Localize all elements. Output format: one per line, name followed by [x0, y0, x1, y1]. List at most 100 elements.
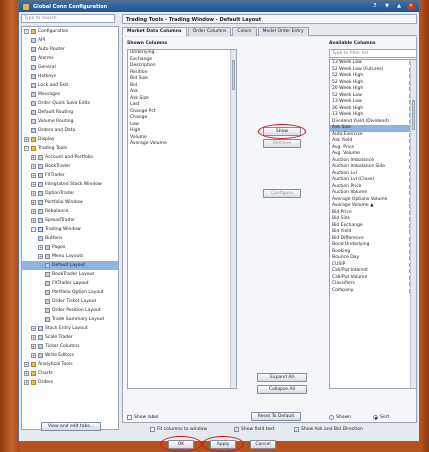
expand-toggle-icon[interactable]: +: [31, 155, 36, 160]
show-field-text-option[interactable]: ✓ Show field text: [234, 427, 275, 432]
expand-toggle-icon[interactable]: +: [31, 191, 36, 196]
reset-default-button[interactable]: Reset To Default: [251, 412, 301, 421]
expand-toggle-icon[interactable]: +: [31, 326, 36, 331]
configure-button[interactable]: Configure: [263, 189, 301, 198]
tree-node-label: Hotkeys: [38, 74, 57, 79]
fit-columns-option[interactable]: Fit columns to window: [150, 427, 207, 432]
tree-node[interactable]: + OptionTrader: [22, 189, 118, 198]
tree-node[interactable]: + Pages: [22, 243, 118, 252]
tree-node[interactable]: Messages: [22, 90, 118, 99]
tree-node[interactable]: + SpreadTrader: [22, 216, 118, 225]
expand-toggle-icon[interactable]: +: [24, 380, 29, 385]
tab-order-columns[interactable]: Order Columns: [187, 27, 232, 36]
tab-colors[interactable]: Colors: [232, 27, 257, 36]
tree-node[interactable]: - Configuration: [22, 27, 118, 36]
tree-search-input[interactable]: Type to search: [21, 14, 115, 23]
tree-node[interactable]: Buttons: [22, 234, 118, 243]
tree-node[interactable]: Auto Router: [22, 45, 118, 54]
shown-column-item[interactable]: Average Volume: [128, 141, 236, 148]
expand-toggle-icon[interactable]: +: [31, 182, 36, 187]
tree-node[interactable]: Portfolio Option Layout: [22, 288, 118, 297]
tree-node[interactable]: Order Quick Save Edits: [22, 99, 118, 108]
sort-alpha-option[interactable]: Sort: [373, 415, 389, 420]
tree-node[interactable]: Trade Summary Layout: [22, 315, 118, 324]
tree-node[interactable]: + Scale Trader: [22, 333, 118, 342]
tree-node[interactable]: + Display: [22, 135, 118, 144]
tree-node[interactable]: - Trading Tools: [22, 144, 118, 153]
show-field-text-checkbox[interactable]: ✓: [234, 427, 239, 432]
expand-toggle-icon[interactable]: +: [24, 137, 29, 142]
expand-toggle-icon[interactable]: +: [38, 254, 43, 259]
sort-alpha-radio[interactable]: [373, 415, 378, 420]
tree-node[interactable]: - Trading Window: [22, 225, 118, 234]
sort-shown-radio[interactable]: [329, 415, 334, 420]
remove-button[interactable]: Remove: [263, 139, 301, 148]
help-icon[interactable]: ?: [371, 3, 379, 10]
tree-node[interactable]: + Analytical Tools: [22, 360, 118, 369]
expand-toggle-icon[interactable]: +: [31, 164, 36, 169]
close-icon[interactable]: ✕: [407, 3, 415, 10]
tree-node[interactable]: + Orders: [22, 378, 118, 387]
expand-toggle-icon[interactable]: +: [31, 218, 36, 223]
expand-toggle-icon[interactable]: +: [24, 362, 29, 367]
collapse-toggle-icon[interactable]: -: [24, 29, 29, 34]
collapse-toggle-icon[interactable]: -: [31, 227, 36, 232]
show-label-option[interactable]: Show label: [127, 415, 158, 420]
maximize-icon[interactable]: ▲: [395, 3, 403, 10]
tree-node[interactable]: API: [22, 36, 118, 45]
available-columns-list[interactable]: 13 Week Low 52 Week Low (Futures) 52 Week …: [329, 59, 417, 389]
cancel-button[interactable]: Cancel: [250, 440, 276, 449]
tree-node[interactable]: Lock and Exit: [22, 81, 118, 90]
expand-toggle-icon[interactable]: +: [31, 173, 36, 178]
tree-node[interactable]: Default Layout: [22, 261, 118, 270]
tree-node[interactable]: General: [22, 63, 118, 72]
tree-node[interactable]: + Account and Portfolio: [22, 153, 118, 162]
tab-market-data-columns[interactable]: Market Data Columns: [122, 27, 187, 36]
tree-node[interactable]: + Ticker Columns: [22, 342, 118, 351]
expand-toggle-icon[interactable]: +: [24, 371, 29, 376]
collapse-toggle-icon[interactable]: -: [24, 146, 29, 151]
tree-node[interactable]: + Stock Entry Layout: [22, 324, 118, 333]
tree-node[interactable]: + FXTrader: [22, 171, 118, 180]
sort-shown-option[interactable]: Shown: [329, 415, 351, 420]
fit-columns-checkbox[interactable]: [150, 427, 155, 432]
tree-node[interactable]: + Integrated Stock Window: [22, 180, 118, 189]
show-direction-checkbox[interactable]: ✓: [294, 427, 299, 432]
show-direction-option[interactable]: ✓ Show Ask and Bid Direction: [294, 427, 363, 432]
tree-node[interactable]: Order Ticket Layout: [22, 297, 118, 306]
expand-toggle-icon[interactable]: +: [38, 245, 43, 250]
expand-toggle-icon[interactable]: +: [31, 200, 36, 205]
tree-node[interactable]: Hotkeys: [22, 72, 118, 81]
available-column-item[interactable]: Company: [330, 288, 416, 295]
tree-node[interactable]: + BookTrader: [22, 162, 118, 171]
tree-node[interactable]: + Write Editors: [22, 351, 118, 360]
shown-columns-list[interactable]: Underlying Exchange Description Position Bid…: [127, 49, 237, 389]
view-edit-tabs-button[interactable]: View and edit tabs...: [41, 422, 101, 431]
expand-toggle-icon[interactable]: +: [31, 353, 36, 358]
tree-node[interactable]: Alarms: [22, 54, 118, 63]
expand-all-button[interactable]: Expand All: [257, 373, 307, 382]
expand-toggle-icon[interactable]: +: [31, 335, 36, 340]
available-column-label: Avg. Volume: [332, 151, 360, 156]
tree-node[interactable]: Order Position Layout: [22, 306, 118, 315]
tree-node[interactable]: + Portfolio Window: [22, 198, 118, 207]
tree-node[interactable]: Volume Routing: [22, 117, 118, 126]
tree-node[interactable]: BookTrader Layout: [22, 270, 118, 279]
available-filter-input[interactable]: Type to filter list: [329, 49, 417, 58]
expand-toggle-icon[interactable]: +: [31, 344, 36, 349]
available-scrollbar[interactable]: [410, 60, 416, 388]
show-label-checkbox[interactable]: [127, 415, 132, 420]
tree-node[interactable]: + Menu Layouts: [22, 252, 118, 261]
available-scroll-thumb[interactable]: [412, 100, 415, 130]
tree-node[interactable]: + Rebalance: [22, 207, 118, 216]
shown-scrollbar[interactable]: [230, 50, 236, 388]
tree-node[interactable]: + Charts: [22, 369, 118, 378]
tree-node[interactable]: FXTrader Layout: [22, 279, 118, 288]
tree-node[interactable]: Default Routing: [22, 108, 118, 117]
tab-model-order-entry[interactable]: Model Order Entry: [257, 27, 309, 36]
collapse-all-button[interactable]: Collapse All: [257, 385, 307, 394]
tree-node[interactable]: Orders and Data: [22, 126, 118, 135]
minimize-icon[interactable]: ▼: [383, 3, 391, 10]
expand-toggle-icon[interactable]: +: [31, 209, 36, 214]
shown-scroll-thumb[interactable]: [232, 60, 235, 90]
